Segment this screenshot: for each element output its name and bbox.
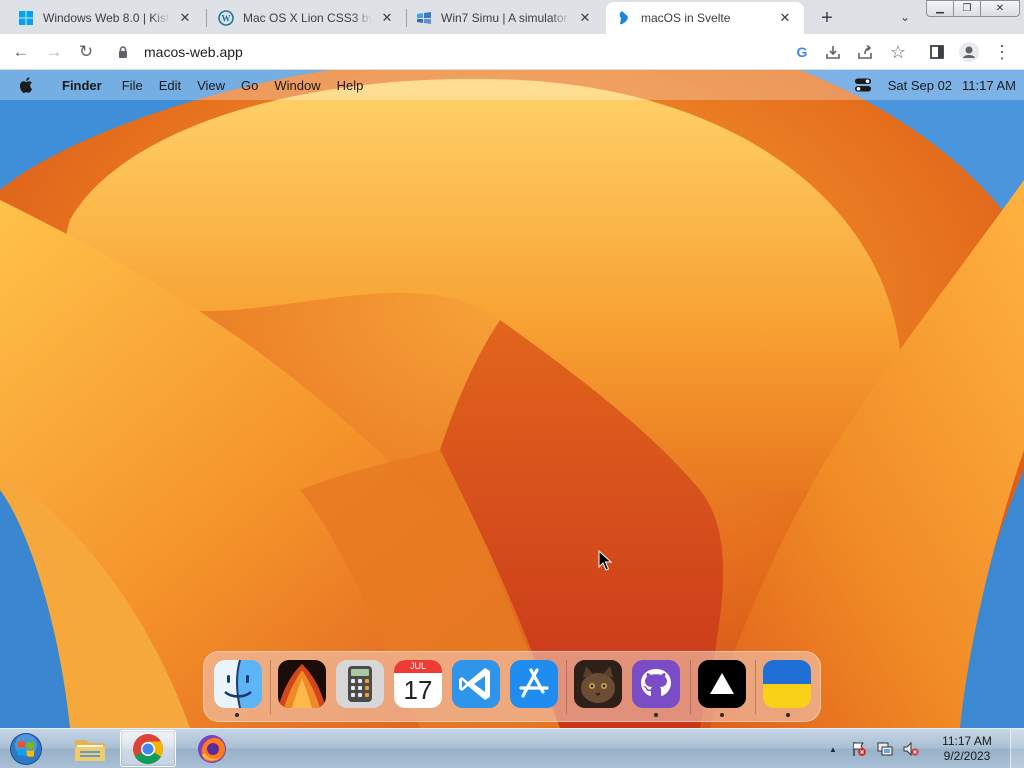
menu-view[interactable]: View bbox=[197, 78, 225, 93]
dock-divider bbox=[270, 660, 271, 714]
menubar-status: Sat Sep 02 11:17 AM bbox=[854, 70, 1016, 100]
google-lens-icon[interactable]: G bbox=[788, 38, 816, 66]
menubar-time[interactable]: 11:17 AM bbox=[962, 78, 1016, 93]
browser-toolbar: ← → ↻ macos-web.app G ☆ ⋮ bbox=[0, 34, 1024, 70]
menu-edit[interactable]: Edit bbox=[159, 78, 181, 93]
install-icon[interactable] bbox=[819, 38, 847, 66]
svg-text:G: G bbox=[797, 44, 808, 60]
restore-button[interactable]: ❐ bbox=[953, 0, 981, 17]
tray-chevron-icon[interactable]: ▲ bbox=[824, 740, 842, 758]
tab-win7-simu[interactable]: Win7 Simu | A simulator ✕ bbox=[406, 2, 604, 34]
window-controls: ▁ ❐ ✕ bbox=[926, 0, 1020, 17]
address-bar[interactable]: macos-web.app bbox=[110, 38, 782, 66]
tab-search-button[interactable]: ⌄ bbox=[894, 6, 916, 28]
chrome-icon[interactable] bbox=[120, 730, 176, 767]
vercel-icon[interactable] bbox=[698, 660, 746, 708]
macos-menubar: Finder File Edit View Go Window Help Sat… bbox=[0, 70, 1024, 100]
wordpress-icon: W bbox=[218, 10, 234, 26]
wallpapers-icon[interactable] bbox=[278, 660, 326, 708]
explorer-icon[interactable] bbox=[62, 730, 118, 767]
menubar-date[interactable]: Sat Sep 02 bbox=[888, 78, 952, 93]
new-tab-button[interactable]: + bbox=[814, 5, 840, 31]
tab-windows-web[interactable]: Windows Web 8.0 | Kishla ✕ bbox=[8, 2, 204, 34]
finder-icon[interactable] bbox=[214, 660, 262, 708]
share-icon[interactable] bbox=[851, 38, 879, 66]
firefox-icon[interactable] bbox=[184, 730, 240, 767]
menu-app-name[interactable]: Finder bbox=[62, 78, 102, 93]
bookmark-star-icon[interactable]: ☆ bbox=[884, 38, 912, 66]
tab-title: Mac OS X Lion CSS3 by A bbox=[243, 11, 372, 25]
close-icon[interactable]: ✕ bbox=[378, 9, 396, 27]
taskbar-clock[interactable]: 11:17 AM 9/2/2023 bbox=[932, 734, 1002, 764]
menu-file[interactable]: File bbox=[122, 78, 143, 93]
close-icon[interactable]: ✕ bbox=[776, 9, 794, 27]
menu-window[interactable]: Window bbox=[274, 78, 320, 93]
reload-button[interactable]: ↻ bbox=[72, 38, 100, 66]
windows-logo-icon bbox=[18, 10, 34, 26]
lock-icon bbox=[118, 46, 132, 58]
taskbar-time: 11:17 AM bbox=[942, 734, 992, 748]
calculator-icon[interactable] bbox=[336, 660, 384, 708]
address-text: macos-web.app bbox=[144, 44, 243, 60]
running-indicator bbox=[235, 713, 239, 717]
appstore-icon[interactable] bbox=[510, 660, 558, 708]
running-indicator bbox=[786, 713, 790, 717]
tab-divider bbox=[206, 9, 207, 27]
cat-photo-icon[interactable] bbox=[574, 660, 622, 708]
control-center-icon[interactable] bbox=[854, 77, 872, 93]
menu-go[interactable]: Go bbox=[241, 78, 258, 93]
calendar-icon[interactable]: JUL 17 bbox=[394, 660, 442, 708]
dock-divider bbox=[755, 660, 756, 714]
forward-button[interactable]: → bbox=[40, 38, 68, 66]
browser-menu-button[interactable]: ⋮ bbox=[988, 38, 1016, 66]
tab-title: Win7 Simu | A simulator bbox=[441, 11, 568, 25]
tab-mac-lion[interactable]: W Mac OS X Lion CSS3 by A ✕ bbox=[208, 2, 406, 34]
profile-avatar-icon[interactable] bbox=[955, 38, 983, 66]
close-icon[interactable]: ✕ bbox=[176, 9, 194, 27]
close-icon[interactable]: ✕ bbox=[576, 9, 594, 27]
mouse-cursor-icon bbox=[598, 550, 612, 571]
dock-divider bbox=[566, 660, 567, 714]
running-indicator bbox=[720, 713, 724, 717]
windows-taskbar: ▲ 11:17 AM 9/2/2023 bbox=[0, 728, 1024, 768]
side-panel-icon[interactable] bbox=[923, 38, 951, 66]
apple-logo-icon[interactable] bbox=[20, 77, 40, 93]
action-center-icon[interactable] bbox=[850, 740, 868, 758]
macos-desktop: Finder File Edit View Go Window Help Sat… bbox=[0, 70, 1024, 728]
show-desktop-button[interactable] bbox=[1010, 729, 1024, 768]
calendar-day: 17 bbox=[403, 675, 433, 705]
window-close-button[interactable]: ✕ bbox=[980, 0, 1020, 17]
tab-macos-svelte[interactable]: macOS in Svelte ✕ bbox=[606, 2, 804, 34]
tab-title: Windows Web 8.0 | Kishla bbox=[43, 11, 170, 25]
win7-simu-icon bbox=[416, 10, 432, 26]
network-icon[interactable] bbox=[876, 740, 894, 758]
running-indicator bbox=[654, 713, 658, 717]
menu-help[interactable]: Help bbox=[337, 78, 364, 93]
minimize-button[interactable]: ▁ bbox=[926, 0, 954, 17]
ukraine-flag-icon[interactable] bbox=[763, 660, 811, 708]
back-button[interactable]: ← bbox=[7, 38, 35, 66]
taskbar-date: 9/2/2023 bbox=[943, 749, 991, 763]
svg-text:W: W bbox=[222, 14, 231, 24]
dock: JUL 17 bbox=[203, 651, 821, 722]
system-tray: ▲ 11:17 AM 9/2/2023 bbox=[824, 729, 1024, 768]
github-icon[interactable] bbox=[632, 660, 680, 708]
wallpaper bbox=[0, 70, 1024, 728]
vscode-icon[interactable] bbox=[452, 660, 500, 708]
tab-strip: Windows Web 8.0 | Kishla ✕ W Mac OS X Li… bbox=[0, 0, 1024, 34]
start-button[interactable] bbox=[6, 731, 46, 767]
svelte-icon bbox=[616, 10, 632, 26]
dock-divider bbox=[690, 660, 691, 714]
calendar-month: JUL bbox=[394, 660, 442, 673]
tab-title: macOS in Svelte bbox=[641, 11, 731, 25]
volume-muted-icon[interactable] bbox=[902, 740, 920, 758]
